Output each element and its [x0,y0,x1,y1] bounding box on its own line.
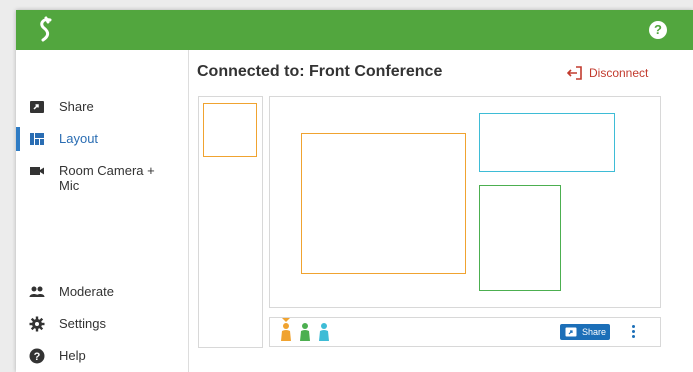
sidebar-item-settings[interactable]: Settings [16,312,188,336]
layout-window-orange[interactable] [301,133,466,274]
sidebar-item-label: Help [59,348,86,363]
layout-canvas [269,96,661,308]
layout-window-teal[interactable] [479,113,615,172]
share-screen-icon [30,101,44,113]
video-camera-icon [30,167,44,175]
page-title: Connected to: Front Conference [197,63,443,80]
help-button[interactable]: ? [649,21,667,39]
sidebar-item-label: Moderate [59,284,114,299]
people-icon [29,286,45,297]
sidebar-item-label: Room Camera + Mic [59,163,155,193]
sidebar-item-help[interactable]: ? Help [16,344,188,368]
share-button-label: Share [582,327,607,337]
participant-green-icon[interactable] [299,322,311,342]
sidebar: Share Layout Room Camera + Mic Moderate … [16,50,189,372]
gear-icon [29,316,45,332]
svg-text:?: ? [34,351,41,363]
participant-teal-icon[interactable] [318,322,330,342]
help-icon: ? [29,348,45,364]
layout-window-green[interactable] [479,185,561,291]
question-circle-icon: ? [654,22,662,37]
share-button[interactable]: Share [560,324,610,340]
sidebar-item-label: Layout [59,131,99,146]
sidebar-item-layout[interactable]: Layout [16,127,188,151]
sidebar-item-share[interactable]: Share [16,95,188,119]
participants-bar: Share [269,317,661,347]
disconnect-label: Disconnect [589,66,649,80]
exit-icon [567,66,582,80]
layout-icon [30,133,44,145]
share-screen-icon [565,327,577,337]
sidebar-item-room-camera-mic[interactable]: Room Camera + Mic [16,159,188,195]
sidebar-item-moderate[interactable]: Moderate [16,280,188,304]
layout-options-panel [198,96,263,348]
vertical-dots-icon[interactable] [630,324,638,340]
active-indicator [16,127,20,151]
participant-orange-icon[interactable] [280,322,292,342]
top-bar: ? [16,10,693,50]
layout-option-thumbnail[interactable] [203,103,257,157]
s-logo-icon[interactable] [34,16,58,44]
sidebar-item-label: Share [59,99,94,114]
sidebar-item-label: Settings [59,316,106,331]
